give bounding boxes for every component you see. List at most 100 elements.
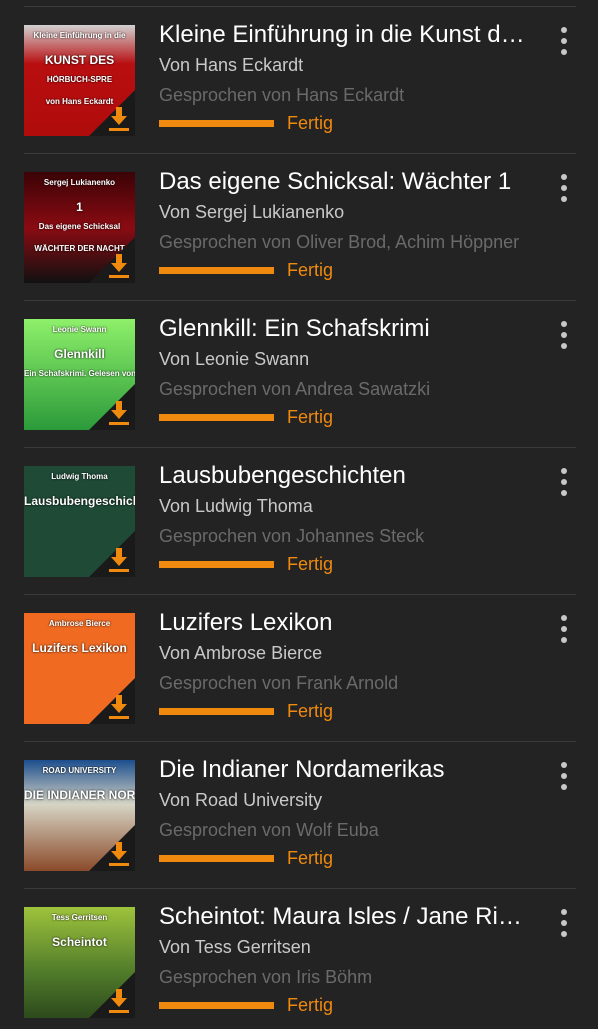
- cover-text: Kleine Einführung in die: [33, 31, 126, 40]
- book-title[interactable]: Die Indianer Nordamerikas: [159, 756, 531, 784]
- book-author: Von Sergej Lukianenko: [159, 202, 345, 222]
- progress-bar: [159, 561, 274, 568]
- book-narrator: Gesprochen von Iris Böhm: [159, 967, 373, 987]
- status-label: Fertig: [287, 848, 334, 868]
- book-author: Von Ambrose Bierce: [159, 643, 323, 663]
- progress-bar: [159, 855, 274, 862]
- list-item[interactable]: Kleine Einführung in die KUNST DES HÖRBUCH…: [0, 0, 598, 147]
- book-title[interactable]: Kleine Einführung in die Kunst des Hörbu…: [159, 21, 531, 49]
- menu-dot: [561, 615, 567, 621]
- book-author: Von Tess Gerritsen: [159, 937, 311, 957]
- book-narrator: Gesprochen von Frank Arnold: [159, 673, 399, 693]
- progress-fill: [159, 414, 274, 421]
- cover-text: Ludwig Thoma: [51, 472, 108, 481]
- menu-dot: [561, 479, 567, 485]
- progress-bar: [159, 267, 274, 274]
- menu-dot: [561, 49, 567, 55]
- book-narrator: Gesprochen von Hans Eckardt: [159, 85, 405, 105]
- cover-text: Glennkill: [54, 347, 105, 361]
- book-cover[interactable]: Ludwig Thoma Lausbubengeschichten: [24, 466, 135, 577]
- more-options-icon[interactable]: [552, 27, 576, 61]
- progress-bar: [159, 120, 274, 127]
- list-item[interactable]: Leonie Swann Glennkill Ein Schafskrimi. Ge…: [0, 294, 598, 441]
- item-divider: [24, 153, 576, 154]
- menu-dot: [561, 174, 567, 180]
- menu-dot: [561, 468, 567, 474]
- book-cover[interactable]: Kleine Einführung in die KUNST DES HÖRBUCH…: [24, 25, 135, 136]
- list-item[interactable]: Ludwig Thoma Lausbubengeschichten Lausbube…: [0, 441, 598, 588]
- cover-text: KUNST DES: [44, 53, 115, 67]
- book-cover[interactable]: Ambrose Bierce Luzifers Lexikon: [24, 613, 135, 724]
- more-options-icon[interactable]: [552, 321, 576, 355]
- book-author: Von Ludwig Thoma: [159, 496, 313, 516]
- download-icon: [107, 988, 131, 1014]
- cover-text: ROAD UNIVERSITY: [42, 766, 117, 775]
- cover-text: 1: [76, 200, 83, 214]
- cover-text: Tess Gerritsen: [51, 913, 108, 922]
- cover-text: Ambrose Bierce: [48, 619, 111, 628]
- item-divider: [24, 594, 576, 595]
- cover-text: Lausbubengeschichten: [24, 494, 135, 508]
- menu-dot: [561, 38, 567, 44]
- book-cover[interactable]: ROAD UNIVERSITY DIE INDIANER NORDAMERIKAS: [24, 760, 135, 871]
- list-item[interactable]: Tess Gerritsen Scheintot Scheintot: Maura …: [0, 882, 598, 1029]
- list-item[interactable]: Ambrose Bierce Luzifers Lexikon Luzifers L…: [0, 588, 598, 735]
- book-cover[interactable]: Leonie Swann Glennkill Ein Schafskrimi. Ge…: [24, 319, 135, 430]
- book-title[interactable]: Luzifers Lexikon: [159, 609, 531, 637]
- download-icon: [107, 400, 131, 426]
- status-label: Fertig: [287, 701, 334, 721]
- item-divider: [24, 447, 576, 448]
- more-options-icon[interactable]: [552, 468, 576, 502]
- more-options-icon[interactable]: [552, 174, 576, 208]
- cover-text: Ein Schafskrimi. Gelesen von Andrea Sawa…: [24, 369, 135, 378]
- book-title[interactable]: Glennkill: Ein Schafskrimi: [159, 315, 531, 343]
- item-divider: [24, 888, 576, 889]
- book-cover[interactable]: Sergej Lukianenko 1 Das eigene Schicksal WÄ…: [24, 172, 135, 283]
- cover-text: DIE INDIANER NORDAMERIKAS: [24, 788, 135, 802]
- book-narrator: Gesprochen von Oliver Brod, Achim Höppne…: [159, 232, 520, 252]
- status-label: Fertig: [287, 260, 334, 280]
- download-icon: [107, 547, 131, 573]
- menu-dot: [561, 626, 567, 632]
- menu-dot: [561, 909, 567, 915]
- more-options-icon[interactable]: [552, 762, 576, 796]
- progress-fill: [159, 855, 274, 862]
- cover-text: Leonie Swann: [52, 325, 107, 334]
- audiobook-list: Kleine Einführung in die KUNST DES HÖRBUCH…: [0, 0, 598, 1024]
- book-author: Von Hans Eckardt: [159, 55, 304, 75]
- list-item[interactable]: Sergej Lukianenko 1 Das eigene Schicksal WÄ…: [0, 147, 598, 294]
- progress-bar: [159, 1002, 274, 1009]
- menu-dot: [561, 343, 567, 349]
- menu-dot: [561, 185, 567, 191]
- menu-dot: [561, 321, 567, 327]
- book-author: Von Road University: [159, 790, 323, 810]
- download-icon: [107, 694, 131, 720]
- book-author: Von Leonie Swann: [159, 349, 310, 369]
- menu-dot: [561, 196, 567, 202]
- book-narrator: Gesprochen von Johannes Steck: [159, 526, 425, 546]
- progress-fill: [159, 120, 274, 127]
- progress-fill: [159, 267, 274, 274]
- book-cover[interactable]: Tess Gerritsen Scheintot: [24, 907, 135, 1018]
- progress-bar: [159, 414, 274, 421]
- download-icon: [107, 253, 131, 279]
- book-title[interactable]: Das eigene Schicksal: Wächter 1: [159, 168, 531, 196]
- status-label: Fertig: [287, 113, 334, 133]
- more-options-icon[interactable]: [552, 615, 576, 649]
- cover-text: HÖRBUCH-SPRE: [46, 75, 113, 84]
- list-item[interactable]: ROAD UNIVERSITY DIE INDIANER NORDAMERIKAS…: [0, 735, 598, 882]
- menu-dot: [561, 784, 567, 790]
- item-divider: [24, 300, 576, 301]
- progress-fill: [159, 1002, 274, 1009]
- progress-fill: [159, 708, 274, 715]
- menu-dot: [561, 773, 567, 779]
- book-narrator: Gesprochen von Andrea Sawatzki: [159, 379, 431, 399]
- book-title[interactable]: Scheintot: Maura Isles / Jane Rizzoli: [159, 903, 531, 931]
- status-label: Fertig: [287, 995, 334, 1015]
- more-options-icon[interactable]: [552, 909, 576, 943]
- download-icon: [107, 841, 131, 867]
- book-title[interactable]: Lausbubengeschichten: [159, 462, 531, 490]
- menu-dot: [561, 920, 567, 926]
- menu-dot: [561, 27, 567, 33]
- cover-text: Das eigene Schicksal: [38, 222, 121, 231]
